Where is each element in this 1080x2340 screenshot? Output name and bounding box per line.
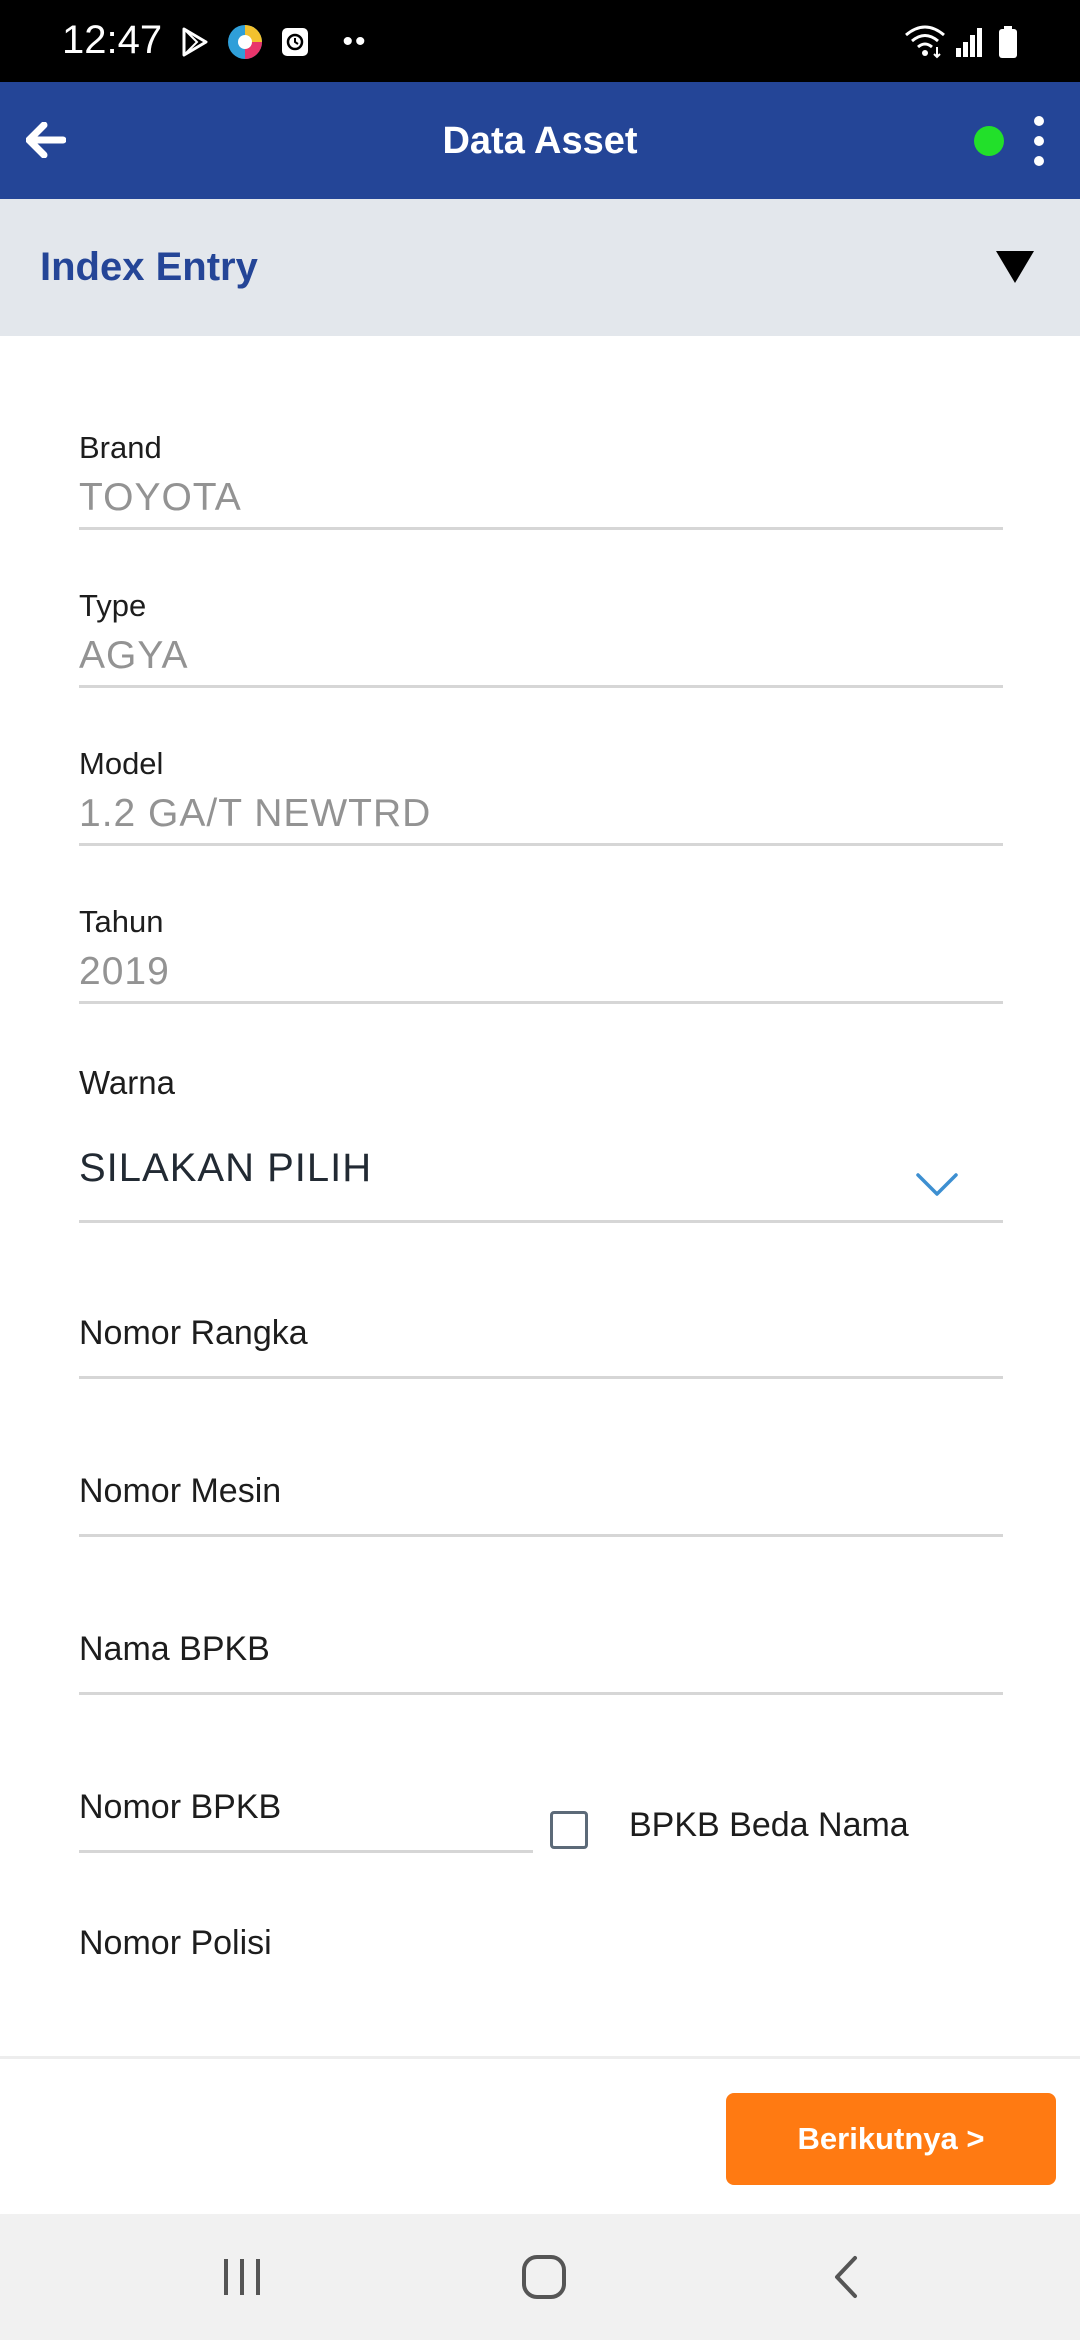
more-notifications-dots: •• [342, 25, 368, 58]
wifi-icon [902, 22, 948, 62]
more-vert-dot [1034, 156, 1044, 166]
nomor-rangka-input[interactable]: Nomor Rangka [79, 1296, 1003, 1380]
model-underline [79, 843, 1003, 846]
home-button[interactable] [504, 2247, 584, 2307]
warna-selected-value: SILAKAN PILIH [79, 1146, 373, 1190]
nomor-rangka-placeholder: Nomor Rangka [79, 1314, 308, 1352]
brand-field: Brand TOYOTA [79, 430, 1003, 530]
model-label: Model [79, 746, 164, 781]
status-bar: 12:47 •• [0, 0, 1080, 82]
app-bar: Data Asset [0, 82, 1080, 199]
brand-value: TOYOTA [79, 476, 242, 519]
tahun-underline [79, 1001, 1003, 1004]
type-label: Type [79, 588, 147, 623]
warna-select[interactable]: SILAKAN PILIH [79, 1124, 1003, 1222]
section-title: Index Entry [40, 245, 258, 289]
warna-underline [79, 1220, 1003, 1223]
nomor-mesin-placeholder: Nomor Mesin [79, 1472, 282, 1510]
more-vert-dot [1034, 136, 1044, 146]
tahun-field: Tahun 2019 [79, 904, 1003, 1004]
more-vert-icon [1034, 116, 1044, 126]
next-button[interactable]: Berikutnya > [726, 2093, 1056, 2185]
type-field: Type AGYA [79, 588, 1003, 688]
more-options-button[interactable] [1024, 114, 1054, 168]
app-notification-icon [224, 22, 266, 62]
warna-field: Warna SILAKAN PILIH [79, 1064, 1003, 1224]
brand-underline [79, 527, 1003, 530]
type-value: AGYA [79, 634, 189, 677]
nama-bpkb-placeholder: Nama BPKB [79, 1630, 270, 1668]
back-nav-icon [835, 2256, 857, 2298]
system-back-button[interactable] [806, 2247, 886, 2307]
bottom-action-bar: Berikutnya > [0, 2056, 1080, 2214]
online-status-indicator [974, 126, 1004, 156]
chevron-down-icon [916, 1173, 958, 1196]
nomor-bpkb-underline [79, 1850, 533, 1853]
status-time: 12:47 [62, 18, 163, 62]
recents-icon [224, 2259, 260, 2295]
home-icon [522, 2255, 566, 2299]
model-field: Model 1.2 GA/T NEWTRD [79, 746, 1003, 846]
model-value: 1.2 GA/T NEWTRD [79, 792, 432, 835]
signal-icon [952, 22, 986, 62]
bpkb-beda-nama-label[interactable]: BPKB Beda Nama [629, 1806, 909, 1845]
system-navigation-bar [0, 2214, 1080, 2340]
triangle-down-icon[interactable] [994, 249, 1036, 285]
nomor-bpkb-input[interactable]: Nomor BPKB [79, 1770, 533, 1854]
nama-bpkb-underline [79, 1692, 1003, 1695]
nama-bpkb-input[interactable]: Nama BPKB [79, 1612, 1003, 1696]
type-underline [79, 685, 1003, 688]
brand-label: Brand [79, 430, 162, 465]
bpkb-beda-nama-checkbox[interactable] [550, 1811, 588, 1849]
warna-label: Warna [79, 1064, 175, 1101]
play-store-icon [178, 22, 212, 62]
nomor-rangka-underline [79, 1376, 1003, 1379]
tahun-label: Tahun [79, 904, 164, 939]
tahun-value: 2019 [79, 950, 170, 993]
page-title: Data Asset [442, 120, 638, 162]
nomor-mesin-underline [79, 1534, 1003, 1537]
section-header-index-entry[interactable]: Index Entry [0, 199, 1080, 336]
nomor-polisi-input[interactable]: Nomor Polisi [79, 1906, 1003, 1986]
nomor-bpkb-placeholder: Nomor BPKB [79, 1788, 282, 1826]
battery-icon [996, 22, 1020, 62]
clock-app-icon [278, 22, 312, 62]
nomor-polisi-placeholder: Nomor Polisi [79, 1924, 272, 1962]
nomor-mesin-input[interactable]: Nomor Mesin [79, 1454, 1003, 1538]
recents-button[interactable] [202, 2247, 282, 2307]
